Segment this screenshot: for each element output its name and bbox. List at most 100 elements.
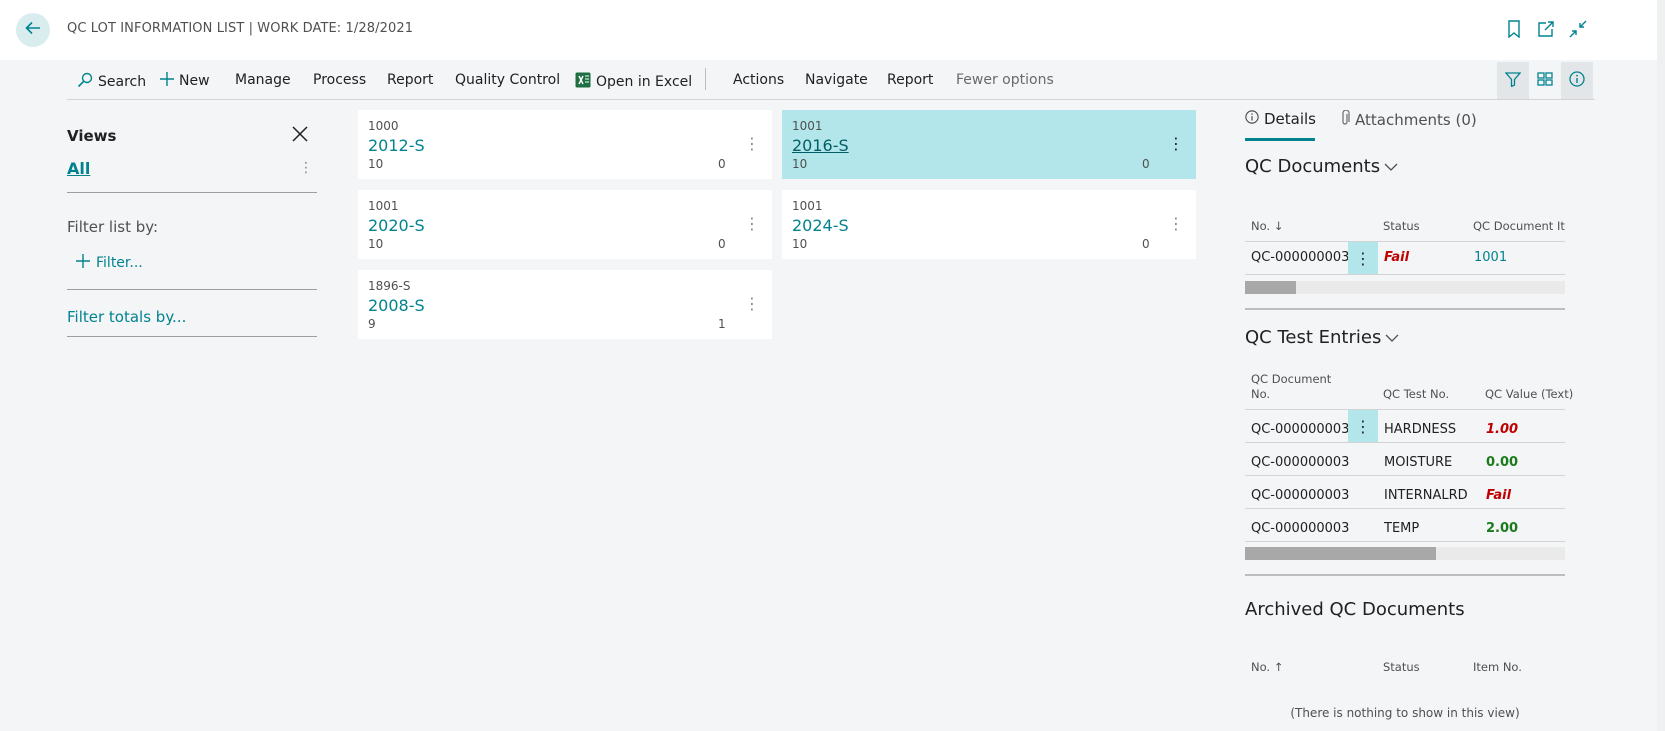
fewer-options-button[interactable]: Fewer options: [956, 72, 1054, 88]
search-icon: [77, 72, 93, 92]
test-entry-value: 0.00: [1486, 455, 1519, 470]
card-lot-no[interactable]: 2012-S: [368, 136, 425, 155]
tab-details[interactable]: Details: [1245, 110, 1316, 128]
card-item-no: 1001: [792, 119, 823, 133]
card-quantity: 10: [792, 237, 808, 251]
col-header-item[interactable]: Item No.: [1473, 660, 1522, 674]
col-header-no[interactable]: No. ↓: [1251, 219, 1283, 233]
add-filter-button[interactable]: Filter...: [76, 254, 143, 272]
actions-menu[interactable]: Actions: [733, 72, 784, 88]
empty-state-message: (There is nothing to show in this view): [1290, 706, 1520, 720]
qc-doc-item[interactable]: 1001: [1474, 250, 1507, 265]
test-entry-doc[interactable]: QC-000000003: [1251, 488, 1349, 503]
layout-icon: [1537, 71, 1553, 90]
test-entry-test: HARDNESS: [1384, 422, 1457, 437]
card-lot-no[interactable]: 2024-S: [792, 216, 849, 235]
layout-button[interactable]: [1529, 62, 1561, 99]
row-divider: [1245, 541, 1565, 542]
horizontal-scrollbar[interactable]: [1245, 281, 1565, 294]
col-header-status[interactable]: Status: [1383, 660, 1420, 674]
divider: [67, 192, 317, 193]
row-divider: [1245, 442, 1565, 443]
factbox-toggle-button[interactable]: [1561, 62, 1593, 99]
col-header-test[interactable]: QC Test No.: [1383, 387, 1449, 401]
lot-card-selected[interactable]: 1001 2016-S 10 0 ⋮: [782, 110, 1196, 179]
scrollbar-thumb[interactable]: [1245, 281, 1296, 294]
card-lot-no[interactable]: 2016-S: [792, 136, 849, 155]
card-menu-icon[interactable]: ⋮: [744, 134, 760, 156]
process-menu[interactable]: Process: [313, 72, 366, 88]
lot-card[interactable]: 1001 2024-S 10 0 ⋮: [782, 190, 1196, 259]
card-item-no: 1001: [368, 199, 399, 213]
col-header-doc[interactable]: QC Document: [1251, 372, 1331, 386]
col-header-status[interactable]: Status: [1383, 219, 1420, 233]
row-menu-icon[interactable]: ⋮: [1348, 242, 1378, 274]
open-new-window-icon[interactable]: [1537, 20, 1555, 42]
collapse-icon[interactable]: [1569, 20, 1587, 42]
row-divider: [1245, 241, 1565, 242]
archived-qc-documents-heading[interactable]: Archived QC Documents: [1245, 599, 1465, 620]
paperclip-icon: [1340, 109, 1350, 130]
test-entry-test: INTERNALRD: [1384, 488, 1468, 503]
row-menu-icon[interactable]: ⋮: [1348, 410, 1378, 442]
card-item-no: 1896-S: [368, 279, 411, 293]
chevron-down-icon: [1384, 156, 1398, 177]
card-menu-icon[interactable]: ⋮: [744, 294, 760, 316]
new-button[interactable]: New: [160, 72, 210, 90]
close-icon[interactable]: [291, 125, 309, 147]
action-bar: Search New Manage Process Report Quality…: [67, 62, 1595, 100]
section-divider: [1245, 308, 1565, 310]
report-menu[interactable]: Report: [387, 72, 433, 88]
bookmark-icon[interactable]: [1507, 20, 1521, 42]
open-in-excel-button[interactable]: Open in Excel: [575, 72, 692, 92]
filter-pane-button[interactable]: [1497, 62, 1529, 99]
test-entry-value: 2.00: [1486, 521, 1519, 536]
card-item-no: 1001: [792, 199, 823, 213]
test-entry-value: Fail: [1486, 488, 1512, 503]
back-button[interactable]: [16, 13, 50, 47]
view-all[interactable]: All: [67, 159, 90, 178]
qc-doc-no[interactable]: QC-000000003: [1251, 250, 1349, 265]
col-header-item[interactable]: QC Document Ite: [1473, 219, 1565, 233]
card-menu-icon[interactable]: ⋮: [1168, 134, 1184, 156]
report-menu-2[interactable]: Report: [887, 72, 933, 88]
filter-list-label: Filter list by:: [67, 218, 159, 236]
test-entry-doc[interactable]: QC-000000003: [1251, 422, 1349, 437]
toolbar-separator: [705, 68, 706, 90]
card-menu-icon[interactable]: ⋮: [1168, 214, 1184, 236]
col-header-no[interactable]: No. ↑: [1251, 660, 1283, 674]
test-entry-test: TEMP: [1384, 521, 1420, 536]
plus-icon: [160, 72, 174, 90]
lot-card[interactable]: 1000 2012-S 10 0 ⋮: [358, 110, 772, 179]
quality-control-menu[interactable]: Quality Control: [455, 72, 560, 88]
lot-card[interactable]: 1896-S 2008-S 9 1 ⋮: [358, 270, 772, 339]
qc-test-entries-heading[interactable]: QC Test Entries: [1245, 327, 1399, 348]
manage-menu[interactable]: Manage: [235, 72, 291, 88]
test-entry-doc[interactable]: QC-000000003: [1251, 521, 1349, 536]
col-header-value[interactable]: QC Value (Text): [1485, 387, 1573, 401]
divider: [67, 289, 317, 290]
section-divider: [1245, 574, 1565, 576]
lot-card[interactable]: 1001 2020-S 10 0 ⋮: [358, 190, 772, 259]
navigate-menu[interactable]: Navigate: [805, 72, 868, 88]
scrollbar-thumb[interactable]: [1245, 547, 1436, 560]
card-quantity: 10: [368, 157, 384, 171]
divider: [67, 336, 317, 337]
card-lot-no[interactable]: 2020-S: [368, 216, 425, 235]
tab-attachments[interactable]: Attachments (0): [1340, 109, 1477, 130]
horizontal-scrollbar[interactable]: [1245, 547, 1565, 560]
test-entry-test: MOISTURE: [1384, 455, 1453, 470]
card-lot-no[interactable]: 2008-S: [368, 296, 425, 315]
card-quantity: 9: [368, 317, 376, 331]
view-options-icon[interactable]: ⋮: [299, 160, 313, 176]
views-heading: Views: [67, 127, 117, 145]
qc-documents-heading[interactable]: QC Documents: [1245, 156, 1398, 177]
col-header-doc-2[interactable]: No.: [1251, 387, 1270, 401]
test-entry-value: 1.00: [1486, 422, 1519, 437]
search-button[interactable]: Search: [77, 72, 146, 92]
filter-totals-link[interactable]: Filter totals by...: [67, 308, 186, 326]
test-entry-doc[interactable]: QC-000000003: [1251, 455, 1349, 470]
qc-doc-status: Fail: [1384, 250, 1410, 265]
back-arrow-icon: [24, 19, 42, 41]
card-menu-icon[interactable]: ⋮: [744, 214, 760, 236]
